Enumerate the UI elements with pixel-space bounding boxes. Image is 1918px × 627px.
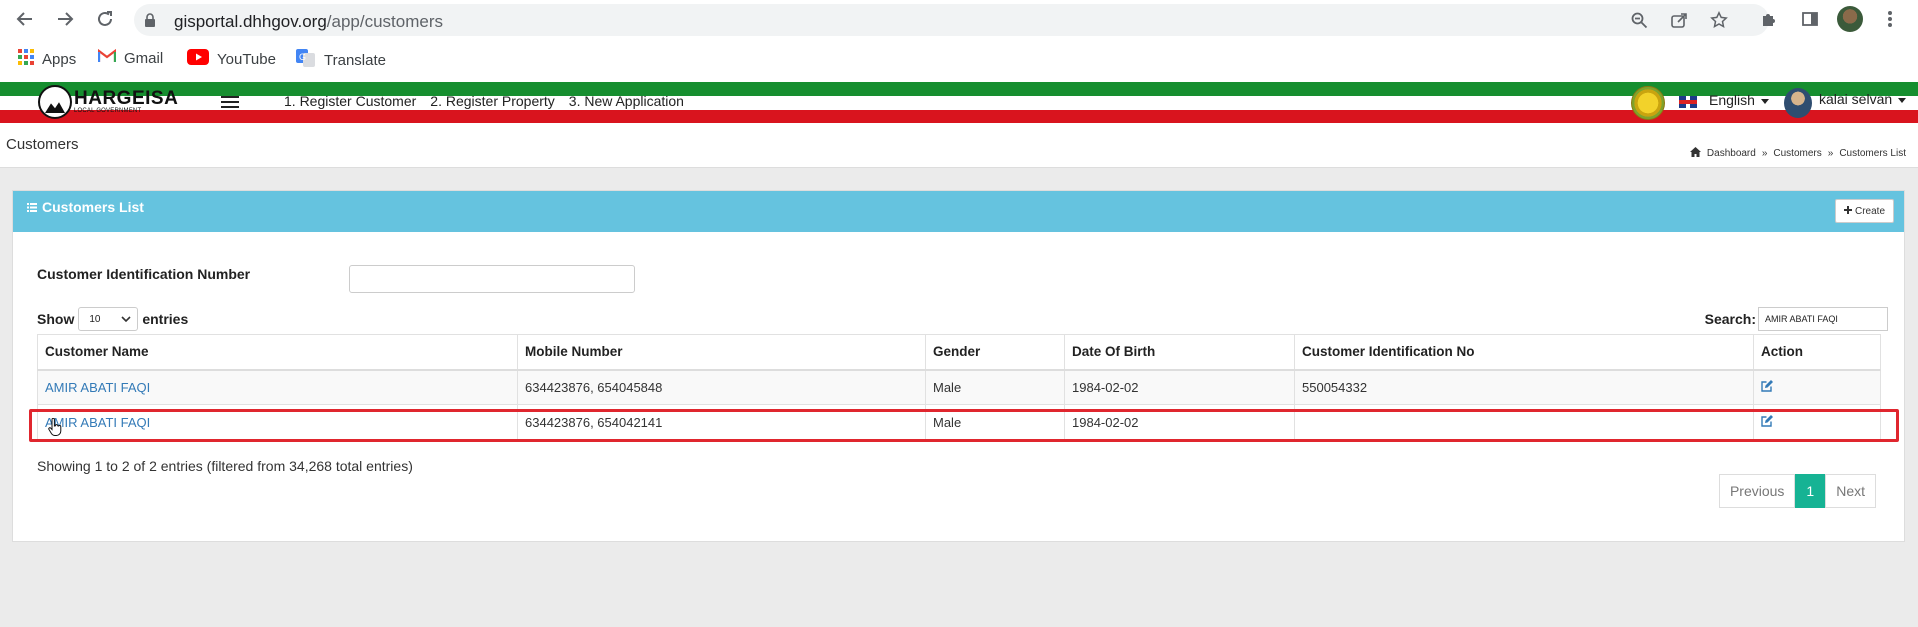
plus-icon xyxy=(1843,205,1852,217)
show-entries: Show 10 entries xyxy=(37,307,188,331)
customers-panel: Customers List Create Customer Identific… xyxy=(12,190,1905,542)
edit-icon[interactable] xyxy=(1761,379,1773,392)
pagination: Previous 1 Next xyxy=(1718,474,1876,508)
table-row: AMIR ABATI FAQI 634423876, 654042141 Mal… xyxy=(37,404,1881,440)
cid-cell: 550054332 xyxy=(1294,369,1754,405)
gender-cell: Male xyxy=(925,369,1065,405)
emblem-icon xyxy=(1631,86,1665,120)
customer-name-link[interactable]: AMIR ABATI FAQI xyxy=(45,380,150,395)
search-input[interactable]: AMIR ABATI FAQI xyxy=(1758,307,1888,331)
breadcrumb-customers[interactable]: Customers xyxy=(1773,148,1821,159)
dob-cell: 1984-02-02 xyxy=(1064,404,1295,440)
nav-new-application[interactable]: 3. New Application xyxy=(569,93,684,109)
gmail-icon xyxy=(97,48,117,67)
bookmark-youtube[interactable]: YouTube xyxy=(187,49,276,69)
entries-select[interactable]: 10 xyxy=(78,307,139,331)
bookmark-gmail[interactable]: Gmail xyxy=(97,48,163,67)
language-dropdown[interactable]: English xyxy=(1709,92,1769,108)
address-bar[interactable]: gisportal.dhhgov.org/app/customers xyxy=(134,4,1769,36)
panel-title: Customers List xyxy=(27,199,144,215)
table-search: Search: AMIR ABATI FAQI xyxy=(1705,307,1888,331)
apps-grid-icon xyxy=(18,49,34,69)
back-icon[interactable] xyxy=(12,6,38,32)
home-icon xyxy=(1689,147,1701,160)
breadcrumb: Dashboard » Customers » Customers List xyxy=(1689,147,1906,160)
page-header: Customers Dashboard » Customers » Custom… xyxy=(0,123,1918,168)
breadcrumb-dashboard[interactable]: Dashboard xyxy=(1707,148,1756,159)
youtube-icon xyxy=(187,49,209,69)
chevron-down-icon xyxy=(121,314,131,325)
top-nav: 1. Register Customer 2. Register Propert… xyxy=(284,93,684,109)
side-panel-icon[interactable] xyxy=(1799,8,1821,30)
more-menu-icon[interactable] xyxy=(1879,8,1901,30)
gender-cell: Male xyxy=(925,404,1065,440)
user-menu[interactable]: kalai selvan xyxy=(1819,91,1907,107)
caret-down-icon xyxy=(1760,98,1769,104)
table-info: Showing 1 to 2 of 2 entries (filtered fr… xyxy=(37,458,413,474)
caret-down-icon xyxy=(1898,97,1907,103)
col-action: Action xyxy=(1753,334,1881,371)
star-icon[interactable] xyxy=(1709,10,1729,30)
app-logo[interactable]: HARGEISA LOCAL GOVERNMENT xyxy=(38,85,178,119)
customers-table: Customer Name Mobile Number Gender Date … xyxy=(37,334,1881,440)
nav-register-property[interactable]: 2. Register Property xyxy=(430,93,555,109)
zoom-icon[interactable] xyxy=(1629,10,1649,30)
profile-avatar[interactable] xyxy=(1837,6,1863,32)
next-page-button[interactable]: Next xyxy=(1825,474,1876,508)
table-header-row: Customer Name Mobile Number Gender Date … xyxy=(37,334,1881,371)
table-row: AMIR ABATI FAQI 634423876, 654045848 Mal… xyxy=(37,369,1881,405)
page-1-button[interactable]: 1 xyxy=(1795,474,1826,508)
col-gender[interactable]: Gender xyxy=(925,334,1065,371)
cid-cell xyxy=(1294,404,1754,440)
url-text: gisportal.dhhgov.org/app/customers xyxy=(174,12,444,31)
logo-mark-icon xyxy=(38,85,72,119)
hamburger-menu-icon[interactable] xyxy=(221,96,239,108)
reload-icon[interactable] xyxy=(92,6,118,32)
cid-filter-input[interactable] xyxy=(349,265,635,293)
mobile-cell: 634423876, 654045848 xyxy=(517,369,926,405)
list-icon xyxy=(27,199,37,215)
lock-icon xyxy=(144,13,156,30)
mobile-cell: 634423876, 654042141 xyxy=(517,404,926,440)
user-avatar[interactable] xyxy=(1784,88,1812,118)
page-title: Customers xyxy=(6,136,79,153)
dob-cell: 1984-02-02 xyxy=(1064,369,1295,405)
forward-icon[interactable] xyxy=(52,6,78,32)
hand-cursor-icon xyxy=(48,417,62,439)
browser-chrome: gisportal.dhhgov.org/app/customers Apps … xyxy=(0,0,1918,82)
create-button[interactable]: Create xyxy=(1834,199,1894,223)
flag-stripe-red xyxy=(0,110,1918,123)
edit-icon[interactable] xyxy=(1761,414,1773,427)
panel-header: Customers List Create xyxy=(13,191,1904,232)
col-mobile-number[interactable]: Mobile Number xyxy=(517,334,926,371)
col-customer-name[interactable]: Customer Name xyxy=(37,334,518,371)
translate-icon: G xyxy=(296,49,316,71)
app-header: HARGEISA LOCAL GOVERNMENT 1. Register Cu… xyxy=(0,82,1918,123)
previous-page-button[interactable]: Previous xyxy=(1718,474,1796,508)
nav-register-customer[interactable]: 1. Register Customer xyxy=(284,93,416,109)
col-customer-id-no[interactable]: Customer Identification No xyxy=(1294,334,1754,371)
col-date-of-birth[interactable]: Date Of Birth xyxy=(1064,334,1295,371)
svg-text:G: G xyxy=(299,52,306,62)
extensions-icon[interactable] xyxy=(1758,8,1780,30)
uk-flag-icon xyxy=(1679,96,1697,108)
share-icon[interactable] xyxy=(1669,10,1689,30)
bookmarks-bar: Apps Gmail YouTube G Translate xyxy=(0,44,1918,74)
breadcrumb-customers-list: Customers List xyxy=(1839,148,1906,159)
bookmark-translate[interactable]: G Translate xyxy=(296,49,386,71)
bookmark-apps[interactable]: Apps xyxy=(18,49,76,69)
cid-filter-label: Customer Identification Number xyxy=(37,266,251,282)
